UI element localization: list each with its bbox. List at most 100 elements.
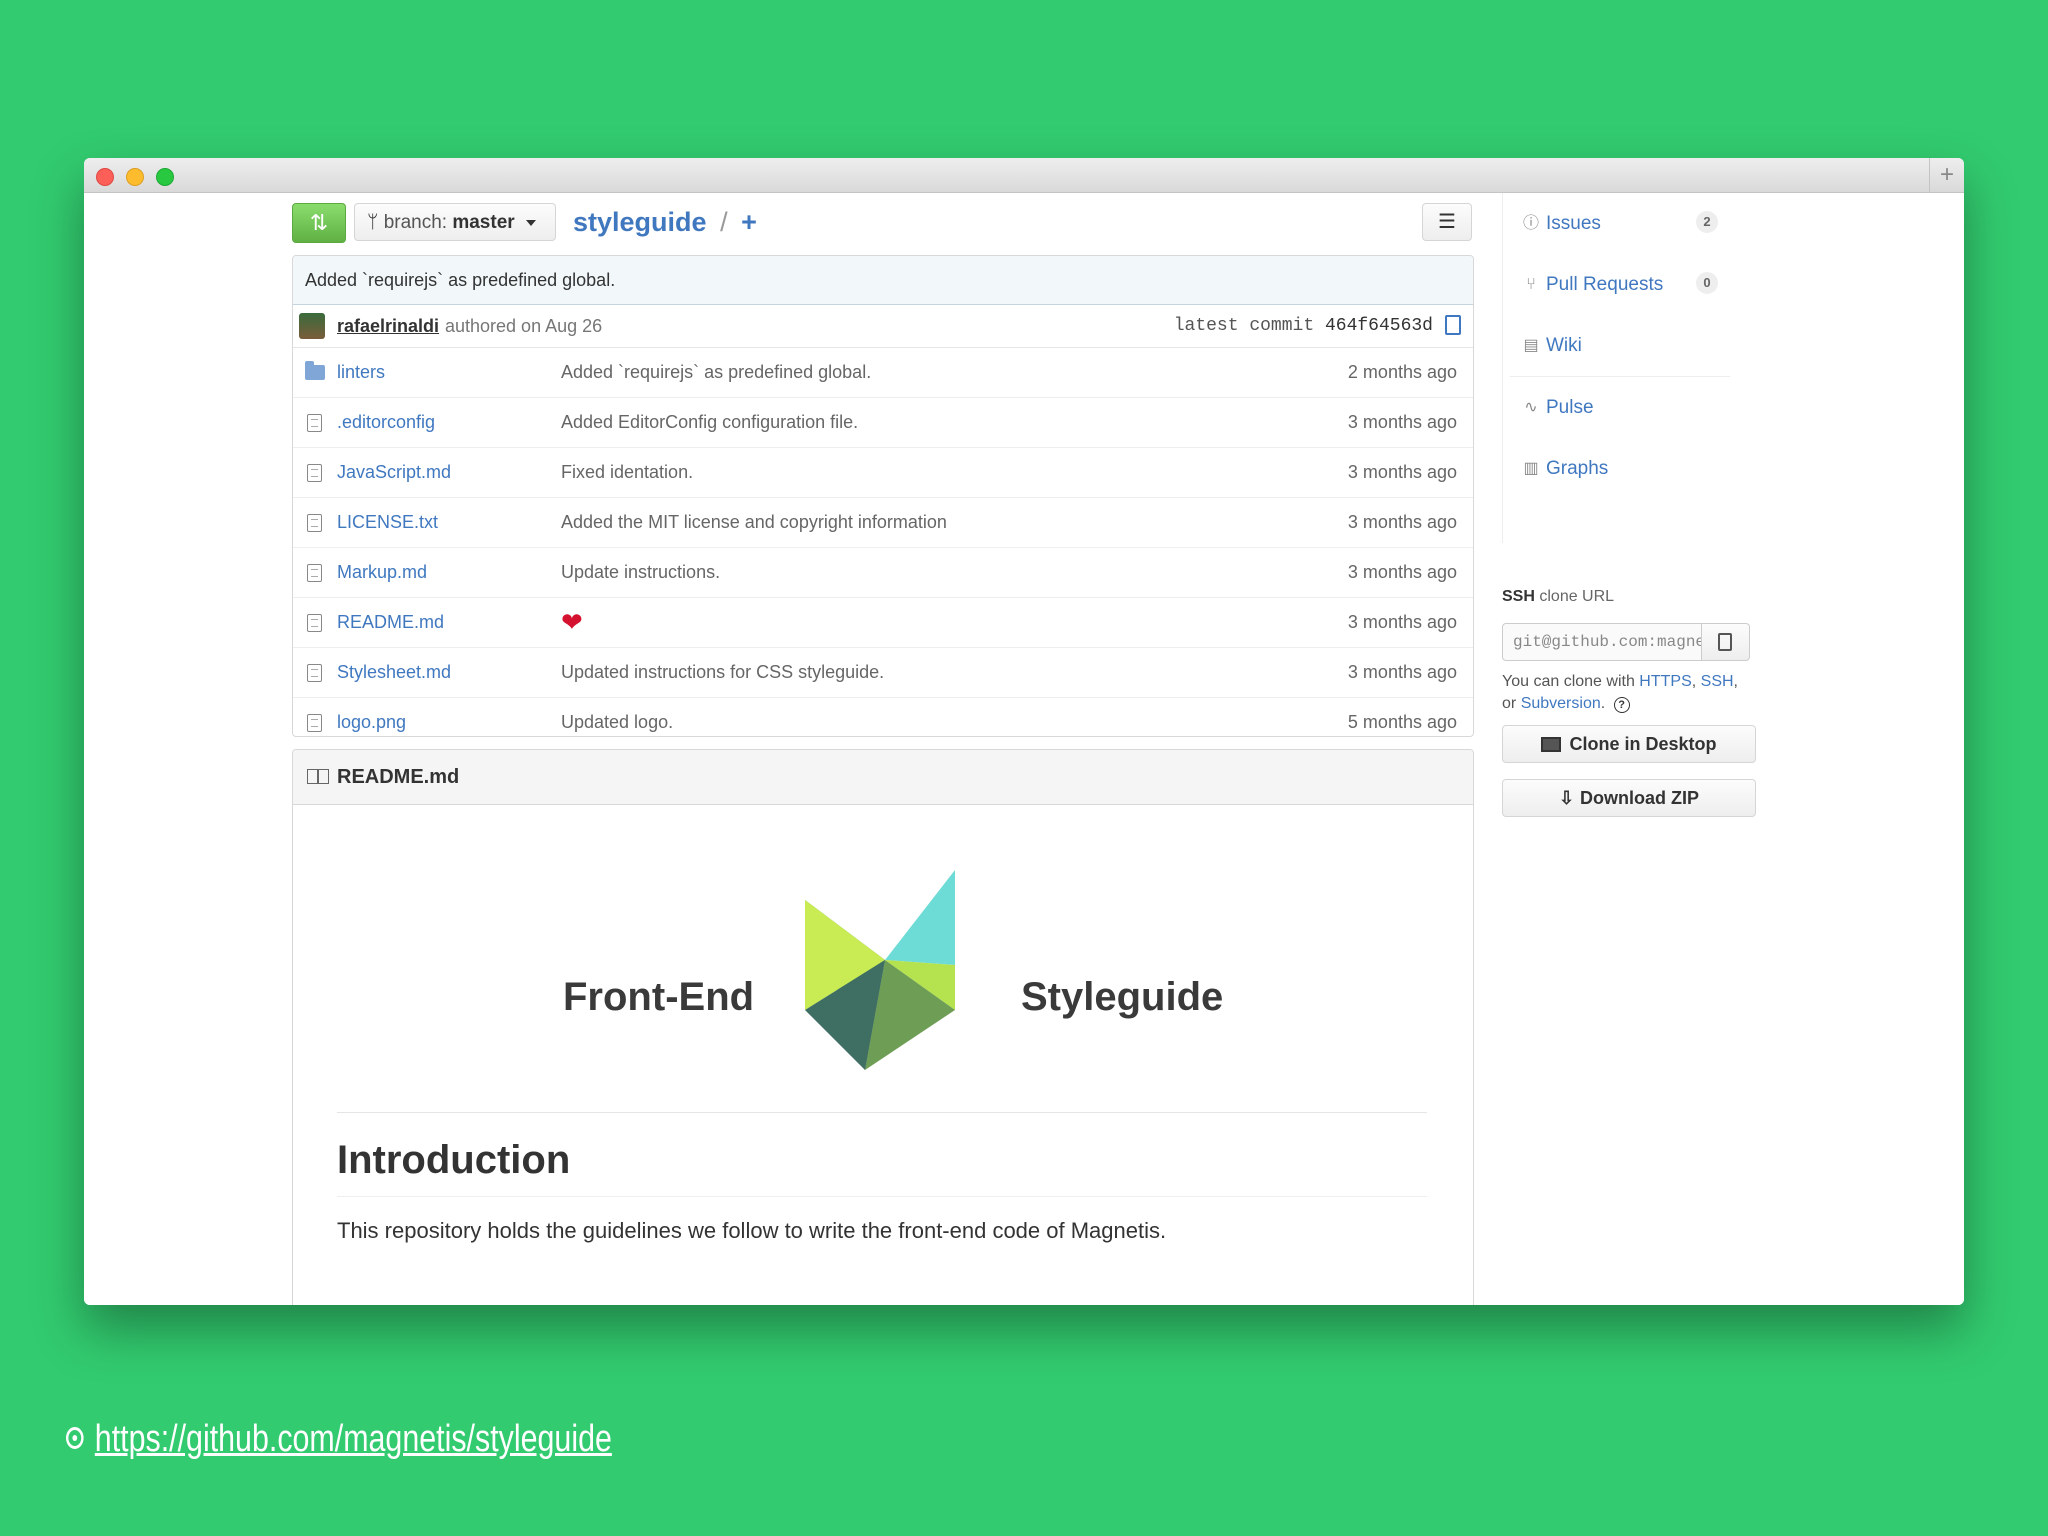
file-commit-message[interactable]: Added the MIT license and copyright info…	[561, 498, 947, 547]
new-tab-button[interactable]: +	[1929, 158, 1964, 192]
target-icon	[66, 1427, 84, 1449]
file-icon	[307, 614, 322, 632]
file-age: 3 months ago	[1347, 612, 1457, 632]
ssh-link[interactable]: SSH	[1701, 673, 1734, 690]
commit-author-link[interactable]: rafaelrinaldi	[337, 305, 439, 347]
sidebar-item-label: Wiki	[1546, 335, 1582, 356]
pulls-count-badge: 0	[1696, 272, 1718, 294]
book-icon	[307, 769, 329, 784]
book-icon: ▤	[1523, 337, 1539, 354]
help-icon[interactable]: ?	[1613, 697, 1630, 713]
divider	[337, 1112, 1427, 1113]
branch-label: branch:	[383, 212, 448, 233]
latest-commit-label: latest commit 464f64563d	[1174, 305, 1433, 347]
clone-help-prefix: You can clone with	[1502, 673, 1635, 690]
source-link: https://github.com/magnetis/styleguide	[66, 1418, 612, 1461]
file-row: Stylesheet.md Updated instructions for CS…	[293, 647, 1473, 697]
file-commit-message[interactable]: Updated logo.	[561, 698, 673, 736]
styleguide-logo-icon	[805, 870, 955, 1070]
branch-icon: ᛘ	[367, 212, 379, 233]
sidebar-item-graphs[interactable]: ▥ Graphs	[1502, 438, 1732, 499]
latest-commit-message[interactable]: Added `requirejs` as predefined global.	[293, 256, 1473, 305]
commit-sha-link[interactable]: 464f64563d	[1325, 316, 1433, 336]
avatar[interactable]	[299, 313, 325, 339]
repo-sidebar: ⓘ Issues 2 ⑂ Pull Requests 0 ▤ Wiki ∿ Pu…	[1502, 193, 1732, 543]
folder-icon	[305, 361, 325, 380]
file-name-link[interactable]: logo.png	[337, 698, 406, 736]
file-age: 5 months ago	[1347, 712, 1457, 732]
logo-text-right: Styleguide	[1021, 975, 1224, 1019]
compare-icon: ⇅	[309, 210, 329, 235]
file-commit-message[interactable]: Added EditorConfig configuration file.	[561, 398, 858, 447]
pulse-icon: ∿	[1524, 399, 1538, 416]
commit-meta: rafaelrinaldi authored on Aug 26 latest …	[293, 305, 1473, 348]
file-row: LICENSE.txt Added the MIT license and cop…	[293, 497, 1473, 547]
file-name-link[interactable]: README.md	[337, 598, 444, 647]
divider	[337, 1196, 1427, 1197]
path-separator: /	[720, 207, 728, 237]
sidebar-item-pulse[interactable]: ∿ Pulse	[1502, 377, 1732, 438]
file-commit-message[interactable]: Fixed identation.	[561, 448, 693, 497]
source-url-link[interactable]: https://github.com/magnetis/styleguide	[95, 1418, 612, 1460]
sidebar-item-label: Issues	[1546, 213, 1601, 234]
file-commit-message[interactable]: Update instructions.	[561, 548, 720, 597]
latest-commit-text: latest commit	[1173, 316, 1315, 336]
subversion-link[interactable]: Subversion	[1521, 695, 1601, 712]
file-icon	[307, 564, 322, 582]
sidebar-item-label: Pulse	[1546, 397, 1594, 418]
file-name-link[interactable]: JavaScript.md	[337, 448, 451, 497]
repo-name-link[interactable]: styleguide	[573, 207, 707, 237]
add-file-button[interactable]: +	[741, 207, 757, 237]
file-name-link[interactable]: Stylesheet.md	[337, 648, 451, 697]
https-link[interactable]: HTTPS	[1639, 673, 1691, 690]
branch-selector[interactable]: ᛘ branch: master	[354, 203, 556, 241]
sidebar-item-pull-requests[interactable]: ⑂ Pull Requests 0	[1502, 254, 1732, 315]
clone-desktop-label: Clone in Desktop	[1569, 734, 1717, 754]
page-content: ⇅ ᛘ branch: master styleguide / + ☰ Adde…	[84, 193, 1964, 1305]
close-window-button[interactable]	[96, 168, 114, 186]
readme-header: README.md	[293, 750, 1473, 805]
file-name-link[interactable]: linters	[337, 348, 385, 397]
file-row: .editorconfig Added EditorConfig configur…	[293, 397, 1473, 447]
file-age: 3 months ago	[1347, 412, 1457, 432]
minimize-window-button[interactable]	[126, 168, 144, 186]
zoom-window-button[interactable]	[156, 168, 174, 186]
file-name-link[interactable]: LICENSE.txt	[337, 498, 438, 547]
list-view-button[interactable]: ☰	[1422, 203, 1472, 241]
pull-request-icon: ⑂	[1526, 276, 1536, 293]
desktop-icon	[1541, 737, 1562, 752]
file-icon	[307, 664, 322, 682]
file-row: logo.png Updated logo. 5 months ago	[293, 697, 1473, 736]
file-commit-message[interactable]: Updated instructions for CSS styleguide.	[561, 648, 884, 697]
file-row: linters Added `requirejs` as predefined g…	[293, 348, 1473, 397]
breadcrumb: styleguide / +	[573, 205, 757, 239]
file-name-link[interactable]: Markup.md	[337, 548, 427, 597]
readme-paragraph: This repository holds the guidelines we …	[337, 1218, 1167, 1243]
or-text: or	[1502, 695, 1517, 712]
sidebar-item-issues[interactable]: ⓘ Issues 2	[1502, 193, 1732, 254]
file-row: README.md ❤ 3 months ago	[293, 597, 1473, 647]
sidebar-item-label: Pull Requests	[1546, 274, 1664, 295]
logo-text-left: Front-End	[563, 975, 755, 1019]
download-zip-button[interactable]: ⇩ Download ZIP	[1502, 779, 1756, 817]
clone-in-desktop-button[interactable]: Clone in Desktop	[1502, 725, 1756, 763]
file-icon	[307, 714, 322, 732]
browser-window: + ⇅ ᛘ branch: master styleguide / + ☰ Ad…	[84, 158, 1964, 1305]
title-bar: +	[84, 158, 1964, 193]
file-commit-message[interactable]: ❤	[561, 598, 583, 647]
copy-url-button[interactable]	[1702, 623, 1750, 661]
file-icon	[307, 514, 322, 532]
file-commit-message[interactable]: Added `requirejs` as predefined global.	[561, 348, 871, 397]
clone-url-input[interactable]: git@github.com:magnetis/styleguide.git	[1502, 623, 1702, 661]
clipboard-icon[interactable]	[1445, 315, 1461, 335]
file-age: 3 months ago	[1347, 562, 1457, 582]
compare-button[interactable]: ⇅	[292, 203, 346, 243]
file-browser: Added `requirejs` as predefined global. …	[292, 255, 1474, 737]
cloud-download-icon: ⇩	[1558, 788, 1575, 808]
file-name-link[interactable]: .editorconfig	[337, 398, 435, 447]
sidebar-item-wiki[interactable]: ▤ Wiki	[1502, 315, 1732, 376]
file-age: 2 months ago	[1347, 362, 1457, 382]
sidebar-item-label: Graphs	[1546, 458, 1609, 479]
readme-title: README.md	[337, 766, 460, 788]
file-age: 3 months ago	[1347, 662, 1457, 682]
